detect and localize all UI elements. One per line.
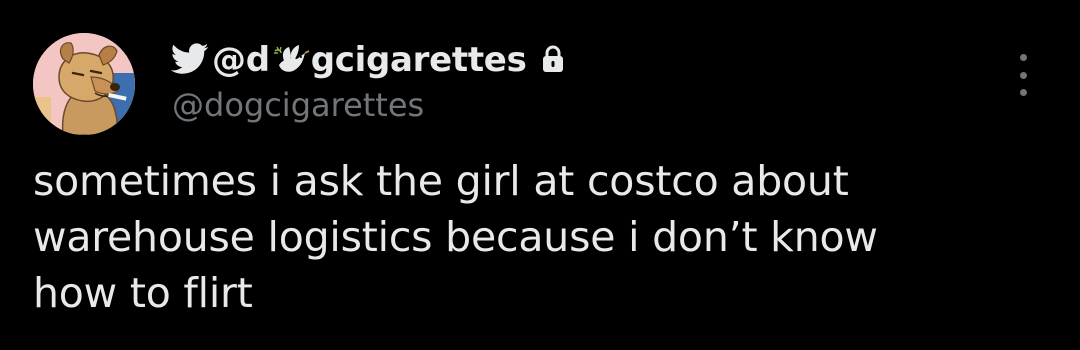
tweet-text: sometimes i ask the girl at costco about… [33,153,1043,321]
display-name-start: @d [212,39,270,80]
more-options-icon-dot [1019,89,1027,96]
dove-icon [273,44,310,72]
more-options-icon-dot [1019,71,1027,79]
twitter-bird-icon [171,43,209,74]
user-handle[interactable]: @dogcigarettes [172,86,424,124]
tweet-text-line: warehouse logistics because i don’t know [33,213,878,261]
tweet-text-line: how to flirt [33,269,253,317]
lock-icon [542,45,563,72]
more-options-button[interactable] [1008,52,1038,98]
more-options-icon [1019,54,1027,61]
display-name[interactable]: @d gcigarettes [212,38,527,80]
avatar[interactable] [33,33,135,135]
display-name-row: @d gcigarettes [171,36,566,82]
dog-avatar-image [33,33,135,135]
display-name-end: gcigarettes [310,39,527,80]
tweet-card: @d gcigarettes @dogcigarettes sometimes … [0,0,1080,350]
tweet-text-line: sometimes i ask the girl at costco about [33,157,849,205]
